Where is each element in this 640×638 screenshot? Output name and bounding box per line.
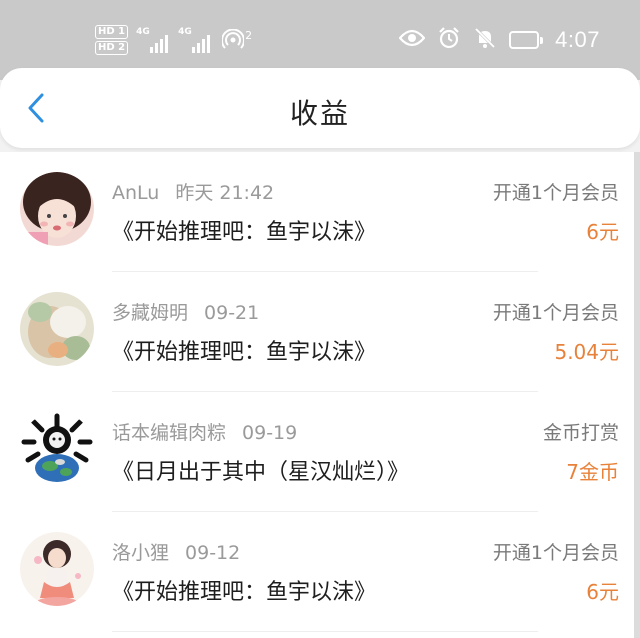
network-type-2: 4G bbox=[178, 27, 192, 37]
item-meta: 洛小狸 09-12 bbox=[112, 538, 240, 565]
hotspot-count: 2 bbox=[245, 28, 253, 42]
book-title[interactable]: 《开始推理吧：鱼宇以沫》 bbox=[112, 334, 376, 366]
network-type-1: 4G bbox=[136, 27, 150, 37]
status-left: HD 1 HD 2 4G 4G 2 bbox=[95, 22, 252, 58]
alarm-icon bbox=[437, 26, 461, 54]
user-name[interactable]: AnLu bbox=[112, 182, 159, 204]
earning-type: 开通1个月会员 bbox=[492, 302, 619, 324]
status-right: 4:07 bbox=[398, 22, 600, 58]
item-date: 09-21 bbox=[204, 302, 260, 324]
earnings-list[interactable]: AnLu 昨天 21:42 《开始推理吧：鱼宇以沫》 开通1个月会员 6元 多藏姆… bbox=[0, 152, 634, 638]
hd1-badge: HD 1 bbox=[95, 25, 129, 39]
bell-off-icon bbox=[473, 26, 497, 54]
hd-badges: HD 1 HD 2 bbox=[95, 25, 129, 55]
avatar[interactable] bbox=[20, 172, 94, 246]
hotspot-icon: 2 bbox=[222, 29, 252, 51]
avatar[interactable] bbox=[20, 292, 94, 366]
battery-icon bbox=[509, 31, 544, 49]
book-title[interactable]: 《日月出于其中（星汉灿烂）》 bbox=[112, 454, 409, 486]
earning-amount: 6元 bbox=[586, 220, 619, 244]
book-title[interactable]: 《开始推理吧：鱼宇以沫》 bbox=[112, 214, 376, 246]
earning-amount: 5.04元 bbox=[554, 340, 619, 364]
status-time: 4:07 bbox=[555, 27, 600, 52]
signal-icon-2: 4G bbox=[178, 27, 211, 53]
avatar[interactable] bbox=[20, 412, 94, 486]
list-item[interactable]: 话本编辑肉粽 09-19 《日月出于其中（星汉灿烂）》 金币打赏 7金币 bbox=[0, 392, 634, 512]
page-title: 收益 bbox=[289, 97, 350, 130]
eye-icon bbox=[398, 29, 426, 51]
hd2-badge: HD 2 bbox=[95, 41, 129, 55]
earning-type: 开通1个月会员 bbox=[492, 542, 619, 564]
list-item[interactable]: 洛小狸 09-12 《开始推理吧：鱼宇以沫》 开通1个月会员 6元 bbox=[0, 512, 634, 632]
item-date: 昨天 21:42 bbox=[175, 182, 275, 204]
earning-amount: 7金币 bbox=[566, 460, 619, 484]
scrollbar[interactable] bbox=[634, 152, 640, 638]
user-name[interactable]: 洛小狸 bbox=[112, 542, 169, 564]
divider bbox=[112, 631, 538, 632]
earning-type: 开通1个月会员 bbox=[492, 182, 619, 204]
item-meta: 多藏姆明 09-21 bbox=[112, 298, 259, 325]
signal-icon: 4G bbox=[136, 27, 169, 53]
item-meta: 话本编辑肉粽 09-19 bbox=[112, 418, 297, 445]
page-header: 收益 bbox=[0, 68, 640, 148]
book-title[interactable]: 《开始推理吧：鱼宇以沫》 bbox=[112, 574, 376, 606]
list-item[interactable]: 多藏姆明 09-21 《开始推理吧：鱼宇以沫》 开通1个月会员 5.04元 bbox=[0, 272, 634, 392]
earning-type: 金币打赏 bbox=[542, 422, 619, 444]
item-date: 09-12 bbox=[185, 542, 241, 564]
user-name[interactable]: 话本编辑肉粽 bbox=[112, 422, 226, 444]
avatar[interactable] bbox=[20, 532, 94, 606]
item-date: 09-19 bbox=[242, 422, 298, 444]
earning-amount: 6元 bbox=[586, 580, 619, 604]
item-meta: AnLu 昨天 21:42 bbox=[112, 178, 274, 205]
list-item[interactable]: AnLu 昨天 21:42 《开始推理吧：鱼宇以沫》 开通1个月会员 6元 bbox=[0, 152, 634, 272]
user-name[interactable]: 多藏姆明 bbox=[112, 302, 188, 324]
